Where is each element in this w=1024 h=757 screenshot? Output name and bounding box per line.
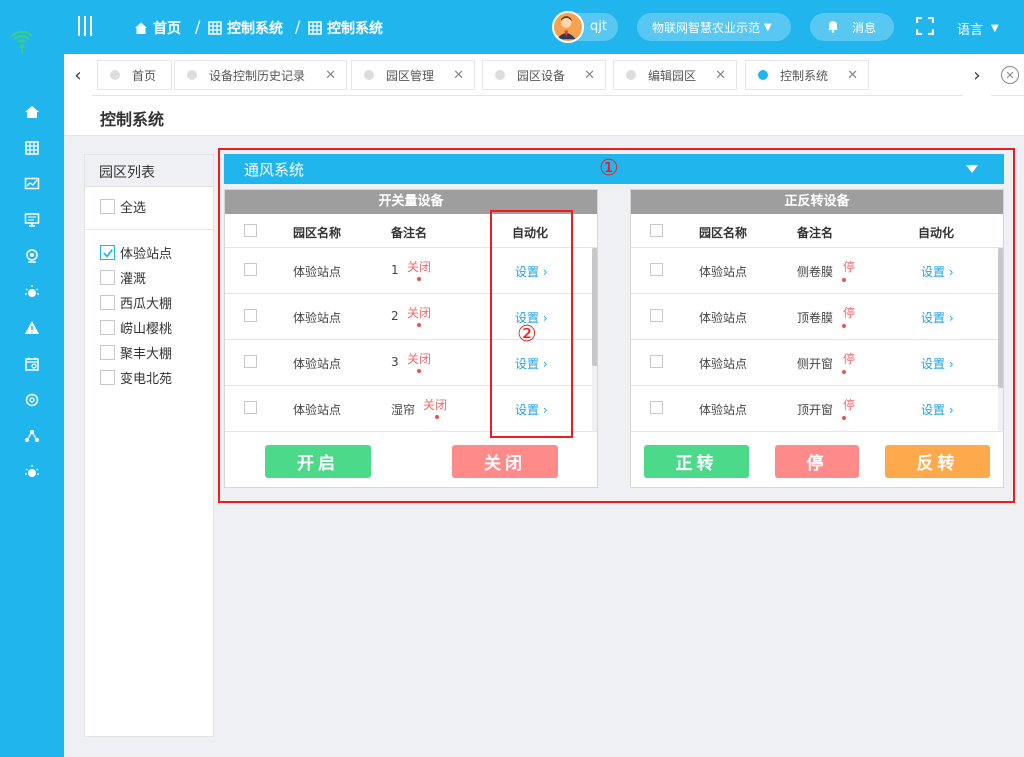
tab-park-devices[interactable]: 园区设备 ✕ [482, 60, 606, 90]
park-item[interactable]: 灌溉 [85, 265, 213, 290]
park-label: 体验站点 [120, 247, 173, 262]
sun-icon[interactable] [22, 462, 42, 482]
tab-dot [495, 70, 505, 80]
park-item[interactable]: 体验站点 [85, 240, 213, 265]
park-label: 变电北苑 [120, 372, 173, 387]
camera-icon[interactable] [22, 246, 42, 266]
tab-label: 设备控制历史记录 [209, 68, 306, 83]
park-checkbox[interactable] [100, 370, 115, 385]
breadcrumb-label: 控制系统 [327, 21, 383, 37]
home-icon [134, 21, 148, 35]
wifi-logo-icon [10, 26, 34, 54]
breadcrumb-control[interactable]: 控制系统 [208, 18, 283, 38]
tab-dot [758, 70, 768, 80]
park-checkbox[interactable] [100, 345, 115, 360]
park-checkbox[interactable] [100, 270, 115, 285]
messages-label: 消息 [852, 20, 877, 35]
close-icon[interactable]: ✕ [453, 68, 464, 83]
park-item[interactable]: 西瓜大棚 [85, 290, 213, 315]
park-item[interactable]: 聚丰大棚 [85, 340, 213, 365]
bell-icon [826, 19, 840, 36]
home-icon[interactable] [22, 102, 42, 122]
close-icon[interactable]: ✕ [847, 68, 858, 83]
user-name: qjt [590, 19, 607, 34]
select-all-row[interactable]: 全选 [85, 194, 213, 219]
avatar [552, 11, 584, 43]
page-title: 控制系统 [100, 110, 165, 129]
park-item[interactable]: 变电北苑 [85, 365, 213, 390]
park-label: 崂山樱桃 [120, 322, 173, 337]
park-list: 园区列表 全选 体验站点 灌溉 西瓜大棚 崂山樱桃 聚丰大棚 变电北苑 [84, 154, 214, 737]
language-label: 语言 [957, 23, 984, 38]
caret-down-icon: ▼ [764, 21, 772, 33]
select-all-checkbox[interactable] [100, 199, 115, 214]
annotation-outline-1 [218, 148, 1015, 503]
chevron-left-icon[interactable]: ‹ [64, 54, 92, 96]
settings-icon[interactable] [22, 390, 42, 410]
caret-down-icon: ▼ [991, 23, 999, 34]
select-all-label: 全选 [120, 201, 147, 216]
menu-toggle-icon[interactable] [78, 16, 94, 36]
park-label: 西瓜大棚 [120, 297, 173, 312]
sidebar [0, 0, 64, 757]
page-title-bar: 控制系统 [64, 96, 1024, 136]
close-icon[interactable]: ✕ [584, 68, 595, 83]
top-header: 首页 / 控制系统 / 控制系统 qjt 物联网智慧农业示范 ▼ 消息 语言 ▼ [64, 0, 1024, 54]
project-name: 物联网智慧农业示范 [652, 20, 761, 35]
tab-park-management[interactable]: 园区管理 ✕ [351, 60, 475, 90]
tab-bar: ‹ 首页 设备控制历史记录 ✕ 园区管理 ✕ 园区设备 ✕ 编辑园区 ✕ 控制系… [64, 54, 1024, 96]
project-selector[interactable]: 物联网智慧农业示范 ▼ [637, 13, 791, 41]
tab-label: 控制系统 [780, 68, 829, 83]
monitor-icon[interactable] [22, 210, 42, 230]
divider [85, 229, 213, 230]
tab-dot [364, 70, 374, 80]
messages-button[interactable]: 消息 [810, 13, 894, 41]
tab-dot [187, 70, 197, 80]
breadcrumb-home[interactable]: 首页 [134, 18, 181, 38]
user-menu[interactable]: qjt [552, 11, 618, 43]
breadcrumb-label: 首页 [153, 21, 181, 37]
breadcrumb-label: 控制系统 [227, 21, 283, 37]
tab-device-history[interactable]: 设备控制历史记录 ✕ [174, 60, 347, 90]
park-label: 灌溉 [120, 272, 147, 287]
breadcrumb-current: 控制系统 [308, 18, 383, 38]
chevron-right-icon[interactable]: › [963, 54, 991, 96]
tab-edit-park[interactable]: 编辑园区 ✕ [613, 60, 737, 90]
breadcrumb-separator: / [295, 17, 301, 36]
annotation-marker-1: ① [599, 156, 619, 181]
tab-dot [110, 70, 120, 80]
park-label: 聚丰大棚 [120, 347, 173, 362]
light-icon[interactable] [22, 282, 42, 302]
tab-control-system[interactable]: 控制系统 ✕ [745, 60, 869, 90]
tab-label: 园区设备 [517, 68, 566, 83]
park-checkbox[interactable] [100, 320, 115, 335]
park-checkbox-checked[interactable] [100, 245, 115, 260]
close-all-icon[interactable]: ✕ [1001, 66, 1019, 84]
breadcrumb-separator: / [195, 17, 201, 36]
close-icon[interactable]: ✕ [325, 68, 336, 83]
tab-label: 编辑园区 [648, 68, 697, 83]
park-item[interactable]: 崂山樱桃 [85, 315, 213, 340]
tab-dot [626, 70, 636, 80]
annotation-marker-2: ② [517, 322, 537, 347]
park-checkbox[interactable] [100, 295, 115, 310]
alert-icon[interactable] [22, 318, 42, 338]
tab-home[interactable]: 首页 [97, 60, 172, 90]
tab-label: 园区管理 [386, 68, 435, 83]
grid-icon [308, 21, 322, 35]
language-selector[interactable]: 语言 ▼ [957, 19, 999, 38]
grid-icon [208, 21, 222, 35]
network-icon[interactable] [22, 426, 42, 446]
close-icon[interactable]: ✕ [715, 68, 726, 83]
grid-icon[interactable] [22, 138, 42, 158]
calendar-icon[interactable] [22, 354, 42, 374]
tab-label: 首页 [132, 68, 157, 83]
park-list-title: 园区列表 [85, 155, 213, 187]
chart-icon[interactable] [22, 174, 42, 194]
fullscreen-icon[interactable] [915, 16, 935, 36]
